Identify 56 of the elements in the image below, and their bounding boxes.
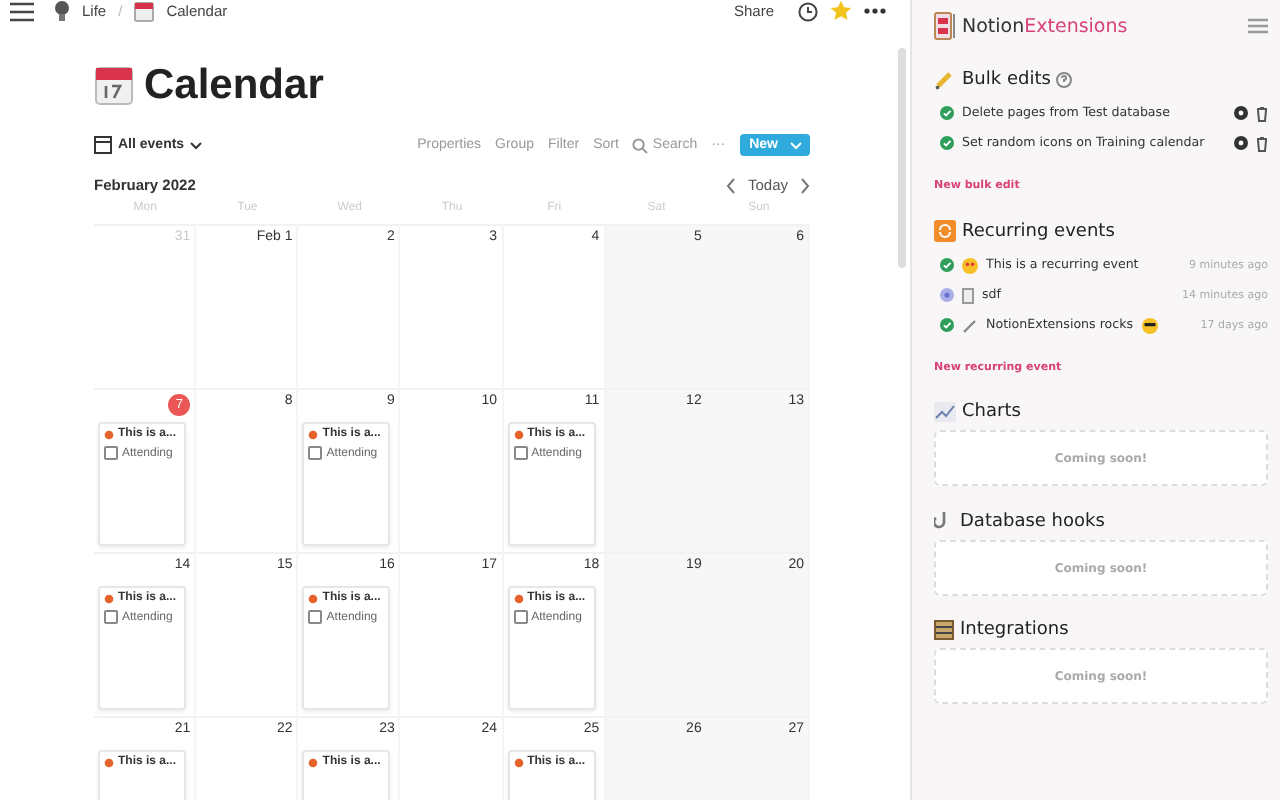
section-title: Recurring events [962,221,1115,241]
scrollbar[interactable] [898,48,906,268]
calendar-icon [94,66,134,106]
attending-checkbox[interactable] [308,446,323,460]
attending-checkbox[interactable] [104,610,118,624]
flower-icon [308,757,319,767]
gear-icon[interactable] [1234,106,1248,120]
abacus-icon [934,620,954,640]
flower-icon [104,429,114,439]
flower-icon [513,757,524,767]
check-icon[interactable] [940,318,954,332]
menu-icon[interactable] [10,1,34,21]
caret-icon [190,141,203,149]
section-title: Database hooks [960,511,1105,531]
pause-icon[interactable] [940,288,954,302]
flower-icon [104,757,114,767]
caret-icon [790,141,802,149]
flower-icon [104,593,114,603]
trash-icon[interactable] [1256,105,1268,121]
attending-checkbox[interactable] [513,610,528,624]
logo-icon [934,12,956,40]
more-icon[interactable] [864,8,886,14]
next-icon[interactable] [800,177,810,193]
pencil-icon [934,68,956,90]
pen-icon [962,317,978,333]
sunglasses-face-icon [1141,317,1158,333]
check-icon[interactable] [940,258,954,272]
page-title: Calendar [144,62,324,110]
attending-checkbox[interactable] [513,446,528,460]
flower-icon [308,593,319,603]
smiley-icon [962,257,978,273]
flower-icon [513,429,524,439]
attending-checkbox[interactable] [104,446,118,460]
section-title: Integrations [960,620,1069,640]
section-title: Charts [962,402,1021,422]
search-icon [632,137,649,153]
star-icon[interactable] [830,0,852,22]
help-icon[interactable] [1056,71,1073,87]
chart-icon [934,402,956,422]
repeat-icon [934,220,956,242]
clock-icon[interactable] [798,1,818,21]
calendar-icon [134,1,155,21]
brand-name: Notion [962,15,1025,37]
trash-icon[interactable] [1256,135,1268,151]
check-icon[interactable] [940,106,954,120]
lightbulb-icon [54,0,70,22]
page-icon [962,287,974,303]
section-title: Bulk edits [962,69,1051,89]
table-icon [94,136,112,154]
previous-icon[interactable] [725,177,736,193]
gear-icon[interactable] [1234,136,1248,150]
attending-checkbox[interactable] [308,610,323,624]
flower-icon [513,593,524,603]
brand-name: Extensions [1024,15,1128,37]
flower-icon [308,429,319,439]
check-icon[interactable] [940,136,954,150]
